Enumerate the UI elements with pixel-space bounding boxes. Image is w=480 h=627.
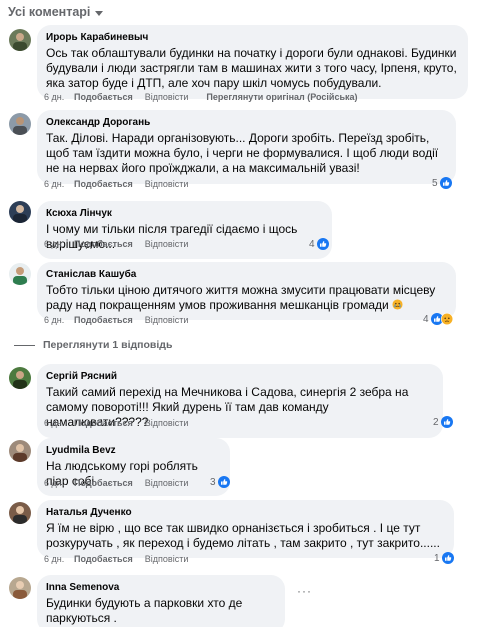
comment-text-body: Тобто тільки ціною дитячого життя можна … [46,283,436,313]
comment-time[interactable]: 6 дн. [44,92,74,102]
reactions-summary[interactable]: 5 [432,176,452,190]
comment-filter-label: Усі коментарі [8,5,91,19]
comment-actions: 6 дн. Подобається Відповісти Переглянути… [44,90,358,103]
reaction-count: 4 [309,238,315,250]
comment-author[interactable]: Ирорь Карабиневыч [46,31,459,44]
comment-bubble: Inna Semenova Будинки будують а парковки… [37,575,285,627]
comment-time[interactable]: 6 дн. [44,315,74,325]
comment-actions: 6 дн. Подобається Відповісти [44,237,206,250]
like-button[interactable]: Подобається [74,554,133,564]
comment-text: Так. Ділові. Наради організовують... Дор… [46,131,439,176]
reply-button[interactable]: Відповісти [145,554,189,564]
comment-text: Тобто тільки ціною дитячого життя можна … [46,283,447,313]
reaction-count: 5 [432,177,438,189]
avatar[interactable] [9,113,31,135]
see-original-link[interactable]: Переглянути оригінал (Російська) [206,92,357,102]
reply-button[interactable]: Відповісти [145,418,189,428]
comment-author[interactable]: Сергій Рясний [46,370,434,383]
comment-bubble: Ксюха Лінчук І чому ми тільки після траг… [37,201,332,260]
chevron-down-icon [95,10,104,16]
comment-author[interactable]: Ксюха Лінчук [46,207,323,220]
reactions-summary[interactable]: 1 [434,551,454,565]
comment-author[interactable]: Олександр Дорогань [46,116,447,129]
reply-button[interactable]: Відповісти [145,478,189,488]
reply-thread-line [14,344,35,346]
like-reaction-icon [441,552,454,564]
reactions-summary[interactable]: 3 [210,475,230,489]
comment-actions: 6 дн. Подобається Відповісти [44,177,206,190]
comment-author[interactable]: Lyudmila Bevz [46,444,221,457]
like-button[interactable]: Подобається [74,315,133,325]
comment-time[interactable]: 6 дн. [44,179,74,189]
comment-text: Я їм не вірю , що все так швидко орнаніз… [46,521,440,551]
comment-time[interactable]: 6 дн. [44,554,74,564]
comment-author[interactable]: Станіслав Кашуба [46,268,447,281]
like-button[interactable]: Подобається [74,478,133,488]
like-button[interactable]: Подобається [74,239,133,249]
reaction-count: 3 [210,476,216,488]
avatar[interactable] [9,440,31,462]
reactions-summary[interactable]: 2 [433,415,453,429]
reactions-summary[interactable]: 4 [309,237,329,251]
view-replies-link[interactable]: Переглянути 1 відповідь [14,338,172,352]
comment-filter-dropdown[interactable]: Усі коментарі [8,4,104,20]
comment-actions: 6 дн. Подобається Відповісти [44,416,206,429]
reply-button[interactable]: Відповісти [145,315,189,325]
like-reaction-icon [316,238,329,250]
avatar[interactable] [9,263,31,285]
view-replies-label: Переглянути 1 відповідь [43,339,173,351]
avatar[interactable] [9,502,31,524]
avatar[interactable] [9,577,31,599]
reaction-count: 1 [434,552,440,564]
comment-time[interactable]: 6 дн. [44,418,74,428]
more-options-icon[interactable]: ··· [297,584,312,598]
comment-bubble: Станіслав Кашуба Тобто тільки ціною дитя… [37,262,456,321]
avatar[interactable] [9,201,31,223]
comment-bubble: Ирорь Карабиневыч Ось так облаштували бу… [37,25,468,99]
like-button[interactable]: Подобається [74,418,133,428]
sad-reaction-icon [440,313,453,325]
reply-button[interactable]: Відповісти [145,92,189,102]
like-reaction-icon [217,476,230,488]
comment-bubble: Олександр Дорогань Так. Ділові. Наради о… [37,110,456,184]
like-reaction-icon [439,177,452,189]
like-reaction-icon [440,416,453,428]
reply-button[interactable]: Відповісти [145,179,189,189]
comment-actions: 6 дн. Подобається Відповісти [44,476,206,489]
avatar[interactable] [9,367,31,389]
avatar[interactable] [9,29,31,51]
comment-time[interactable]: 6 дн. [44,478,74,488]
comment-author[interactable]: Наталья Дученко [46,506,445,519]
crying-emoji-icon [392,299,403,310]
reactions-summary[interactable]: 4 [423,312,453,326]
reply-button[interactable]: Відповісти [145,239,189,249]
comment-time[interactable]: 6 дн. [44,239,74,249]
comment-bubble: Наталья Дученко Я їм не вірю , що все та… [37,500,454,559]
comment-text: Ось так облаштували будинки на початку і… [46,46,457,91]
comment-text: Будинки будують а парковки хто де паркую… [46,596,243,626]
like-button[interactable]: Подобається [74,92,133,102]
comment-actions: 6 дн. Подобається Відповісти [44,552,206,565]
comment-actions: 6 дн. Подобається Відповісти [44,313,206,326]
like-button[interactable]: Подобається [74,179,133,189]
reaction-count: 4 [423,313,429,325]
comment-author[interactable]: Inna Semenova [46,581,276,594]
reaction-count: 2 [433,416,439,428]
